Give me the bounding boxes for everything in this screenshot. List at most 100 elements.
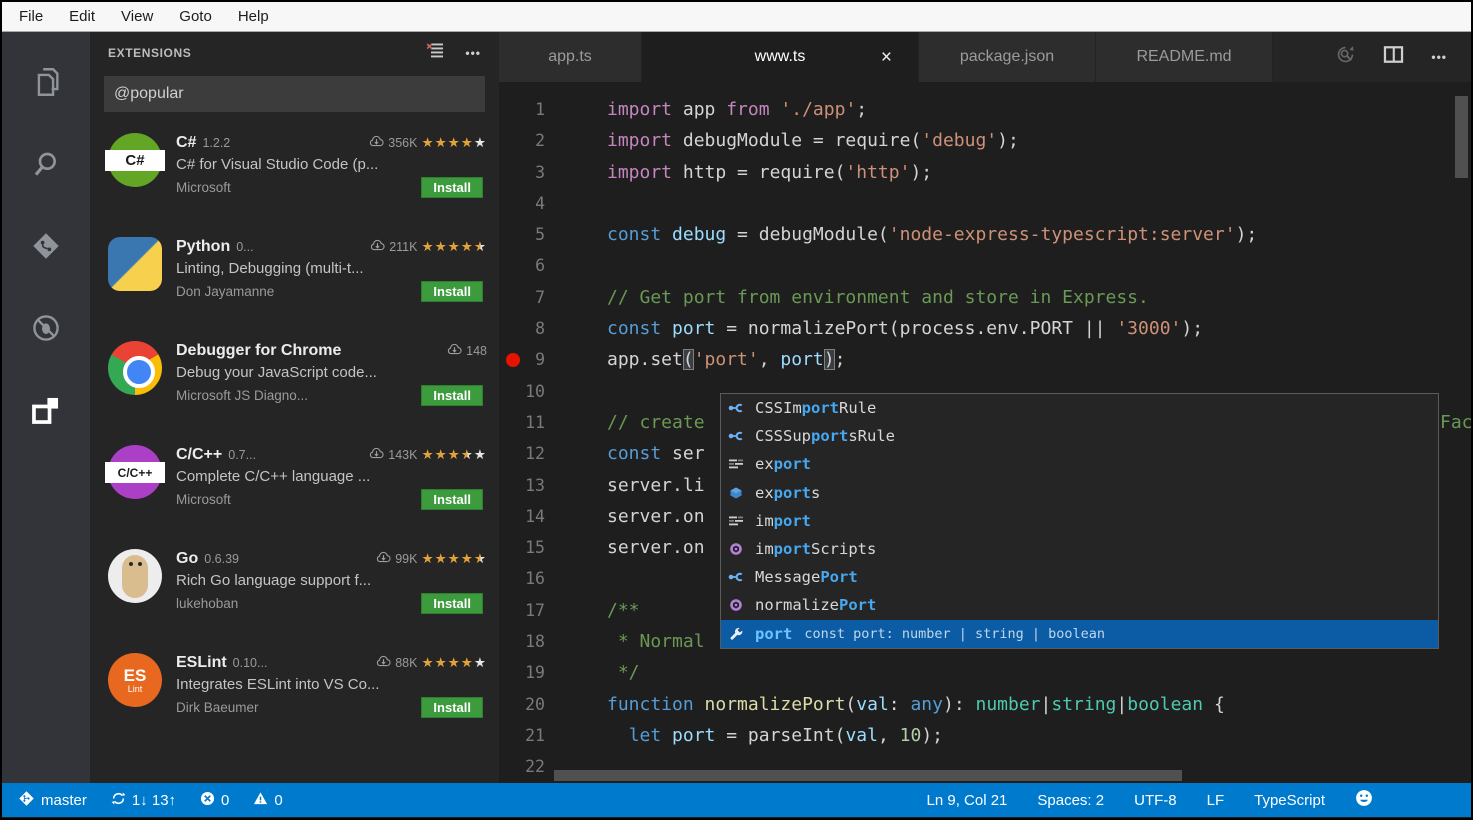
line-number: 12: [525, 444, 545, 464]
menu-goto[interactable]: Goto: [166, 8, 225, 25]
editor-group: app.tswww.ts×package.jsonREADME.md 1impo…: [499, 32, 1471, 783]
tab-package.json[interactable]: package.json: [919, 32, 1096, 82]
more-actions-icon[interactable]: [465, 44, 481, 62]
activity-extensions[interactable]: [28, 394, 64, 430]
line-number: 18: [525, 632, 545, 652]
status-error[interactable]: 0: [200, 790, 229, 811]
star-icon: ★: [421, 551, 435, 566]
vertical-scrollbar[interactable]: [1455, 96, 1468, 178]
install-button[interactable]: Install: [421, 385, 483, 406]
extensions-icon: [29, 393, 63, 432]
clear-extensions-filter-icon[interactable]: [426, 42, 445, 64]
extension-author: Microsoft: [176, 492, 231, 507]
wrench-icon: [728, 626, 750, 642]
star-icon: ★: [434, 447, 448, 462]
activity-search[interactable]: [28, 148, 64, 184]
open-preview-icon[interactable]: [1335, 44, 1356, 70]
line-number: 22: [525, 757, 545, 777]
download-count: 211K: [389, 240, 418, 254]
extension-item-debugger-for-chrome[interactable]: Debugger for Chrome 148 Debug your JavaS…: [90, 335, 499, 439]
suggestion-import[interactable]: import: [721, 507, 1438, 535]
code-editor[interactable]: 1 import app from './app'; 2 import debugMo…: [499, 82, 1471, 783]
status-encoding[interactable]: UTF-8: [1134, 792, 1177, 809]
extension-version: 0.6.39: [204, 552, 239, 566]
star-icon: ★: [421, 655, 435, 670]
tab-app.ts[interactable]: app.ts: [499, 32, 642, 82]
menu-view[interactable]: View: [108, 8, 166, 25]
suggestion-export[interactable]: export: [721, 450, 1438, 478]
tab-README.md[interactable]: README.md: [1096, 32, 1273, 82]
tab-www.ts[interactable]: www.ts ×: [642, 32, 919, 82]
method-icon: [728, 597, 750, 613]
status-warning[interactable]: 0: [253, 790, 283, 811]
star-icon: ★: [473, 655, 487, 670]
menu-file[interactable]: File: [6, 8, 56, 25]
star-icon: ★: [434, 135, 448, 150]
extension-item-go[interactable]: Go 0.6.39 99K ★★★★★ Rich Go language sup…: [90, 543, 499, 647]
star-icon: ★: [421, 239, 435, 254]
status-sync[interactable]: 1↓ 13↑: [111, 790, 176, 811]
star-icon: ★: [421, 135, 435, 150]
suggestion-CSSSupportsRule[interactable]: CSSSupportsRule: [721, 422, 1438, 450]
extension-item-python[interactable]: Python 0... 211K ★★★★★ Linting, Debuggin…: [90, 231, 499, 335]
more-editor-actions-icon[interactable]: [1431, 48, 1447, 66]
rating-stars: ★★★★★: [421, 238, 487, 256]
rating-stars: ★★★★★: [421, 654, 487, 672]
rating-stars: ★★★★★: [421, 446, 487, 464]
suggestion-importScripts[interactable]: importScripts: [721, 535, 1438, 563]
line-number: 21: [525, 725, 545, 745]
line-number: 13: [525, 475, 545, 495]
extension-item-eslint[interactable]: ES Lint ESLint 0.10... 88K ★★★★★ Integrat…: [90, 647, 499, 751]
download-cloud-icon: [376, 654, 391, 672]
suggestion-port[interactable]: port const port: number | string | boole…: [721, 619, 1438, 648]
extension-author: lukehoban: [176, 596, 239, 611]
split-editor-icon[interactable]: [1383, 44, 1404, 70]
rating-stars: ★★★★★: [421, 550, 487, 568]
code-line: 6: [499, 250, 1471, 281]
suggestion-normalizePort[interactable]: normalizePort: [721, 591, 1438, 619]
close-tab-icon[interactable]: ×: [881, 48, 892, 67]
tab-bar: app.ts www.ts × package.json README.md: [499, 32, 1471, 82]
suggestion-CSSImportRule[interactable]: CSSImportRule: [721, 394, 1438, 422]
activity-explorer[interactable]: [28, 66, 64, 102]
extensions-search-input[interactable]: [104, 76, 485, 112]
install-button[interactable]: Install: [421, 697, 483, 718]
status-language[interactable]: TypeScript: [1254, 792, 1325, 809]
sync-icon: [111, 791, 126, 810]
extension-name: Python: [176, 238, 231, 255]
star-icon: ★: [473, 447, 487, 462]
horizontal-scrollbar[interactable]: [554, 770, 1182, 781]
extension-item-c-c-[interactable]: C/C++ C/C++ 0.7... 143K ★★★★★ Complete C…: [90, 439, 499, 543]
activity-debug[interactable]: [28, 312, 64, 348]
python-logo-icon: [108, 237, 162, 291]
star-icon: ★: [447, 447, 461, 462]
extension-name: Go: [176, 550, 199, 567]
star-icon: ★: [460, 135, 474, 150]
status-cursor-position[interactable]: Ln 9, Col 21: [927, 792, 1008, 809]
suggestion-exports[interactable]: exports: [721, 479, 1438, 507]
code-line: 9 app.set('port', port);: [499, 344, 1471, 375]
git-icon: [31, 231, 61, 266]
extension-description: Linting, Debugging (multi-t...: [176, 260, 364, 277]
line-number: 15: [525, 538, 545, 558]
install-button[interactable]: Install: [421, 177, 483, 198]
download-count: 88K: [395, 656, 418, 670]
install-button[interactable]: Install: [421, 489, 483, 510]
extension-author: Dirk Baeumer: [176, 700, 259, 715]
status-indentation[interactable]: Spaces: 2: [1037, 792, 1104, 809]
feedback-smiley-icon[interactable]: [1355, 789, 1373, 811]
activity-source-control[interactable]: [28, 230, 64, 266]
install-button[interactable]: Install: [421, 281, 483, 302]
extension-item-c-[interactable]: C# C# 1.2.2 356K ★★★★★ C# for Visual Stu…: [90, 127, 499, 231]
status-eol[interactable]: LF: [1207, 792, 1225, 809]
star-icon: ★: [447, 551, 461, 566]
star-icon: ★: [434, 551, 448, 566]
status-git-branch[interactable]: master: [18, 790, 87, 811]
code-line: 3 import http = require('http');: [499, 157, 1471, 188]
field-icon: [728, 485, 750, 501]
install-button[interactable]: Install: [421, 593, 483, 614]
menu-edit[interactable]: Edit: [56, 8, 108, 25]
suggestion-MessagePort[interactable]: MessagePort: [721, 563, 1438, 591]
menu-help[interactable]: Help: [225, 8, 282, 25]
line-number: 19: [525, 663, 545, 683]
